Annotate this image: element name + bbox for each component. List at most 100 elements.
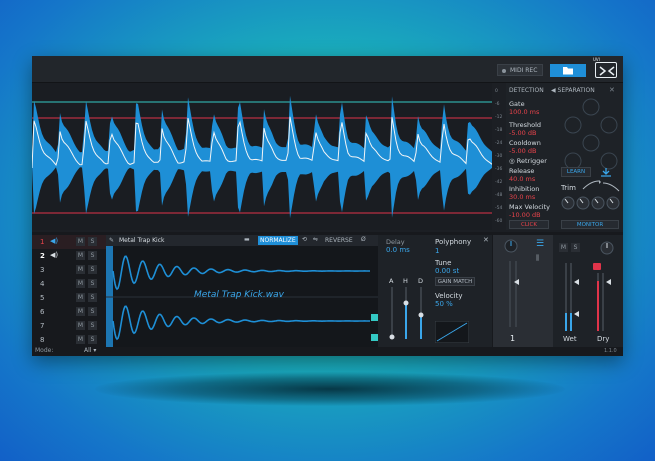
solo-button[interactable]: S <box>88 279 97 288</box>
gain-match-button[interactable]: GAIN MATCH <box>435 277 475 286</box>
reverse-icon[interactable]: ⇋ <box>313 236 318 243</box>
wet-mute-button[interactable]: M <box>559 243 568 252</box>
output-knob[interactable] <box>503 238 519 254</box>
mute-button[interactable]: M <box>76 251 85 260</box>
trim-curve-icon[interactable] <box>581 179 621 193</box>
sample-name: Metal Trap Kick <box>119 237 165 244</box>
trim-label: Trim <box>561 184 576 192</box>
release-value[interactable]: 40.0 ms <box>509 175 535 183</box>
wet-label: Wet <box>563 335 577 343</box>
threshold-value[interactable]: -5.00 dB <box>509 129 536 137</box>
db-tick: -54 <box>495 206 503 211</box>
folder-icon[interactable]: ▬ <box>244 236 250 243</box>
solo-button[interactable]: S <box>88 335 97 344</box>
retrigger-toggle[interactable]: ◎ Retrigger <box>509 157 547 165</box>
tune-value[interactable]: 0.00 st <box>435 267 459 275</box>
mute-button[interactable]: M <box>76 321 85 330</box>
monitor-button[interactable]: MONITOR <box>561 220 619 229</box>
loop-icon[interactable]: ⟲ <box>302 236 307 243</box>
velocity-value[interactable]: 50 % <box>435 300 453 308</box>
tab-separation[interactable]: ◀ SEPARATION <box>551 87 595 94</box>
click-button[interactable]: CLICK <box>509 220 549 229</box>
mute-button[interactable]: M <box>76 265 85 274</box>
dry-fader[interactable] <box>589 261 619 333</box>
db-tick: -48 <box>495 193 503 198</box>
record-dot-icon <box>502 68 506 73</box>
polyphony-value[interactable]: 1 <box>435 247 439 255</box>
pad-row[interactable]: 3 M S <box>32 263 106 277</box>
midi-rec-button[interactable]: MIDI REC <box>497 64 543 76</box>
mixer-icon[interactable]: ⫼ <box>536 254 539 263</box>
pencil-icon[interactable]: ✎ <box>109 237 114 244</box>
tune-label: Tune <box>435 259 452 267</box>
close-icon[interactable]: ✕ <box>609 86 615 94</box>
adsr-sliders[interactable] <box>383 285 433 345</box>
solo-button[interactable]: S <box>88 265 97 274</box>
gate-value[interactable]: 100.0 ms <box>509 108 539 116</box>
delay-label: Delay <box>386 238 405 246</box>
pad-row[interactable]: 2 ◀) M S <box>32 249 106 263</box>
dry-knob[interactable] <box>599 240 615 256</box>
sample-editor: ✎ Metal Trap Kick ▬ NORMALIZE ⟲ ⇋ REVERS… <box>106 235 378 347</box>
wet-solo-button[interactable]: S <box>571 243 580 252</box>
velocity-label: Velocity <box>435 292 463 300</box>
mode-select[interactable]: All ▾ <box>84 347 96 354</box>
solo-button[interactable]: S <box>88 293 97 302</box>
mute-button[interactable]: M <box>76 335 85 344</box>
solo-button[interactable]: S <box>88 321 97 330</box>
inhibition-label: Inhibition <box>509 185 540 193</box>
solo-button[interactable]: S <box>88 251 97 260</box>
sample-params-panel: Delay 0.0 ms Polyphony 1 Tune 0.00 st GA… <box>378 235 492 347</box>
pad-list: 1 ◀) M S 2 ◀) M S 3 M S 4 M S 5 M S 6 M … <box>32 235 106 347</box>
reverse-button[interactable]: REVERSE <box>325 237 353 244</box>
max-velocity-value[interactable]: -10.00 dB <box>509 211 541 219</box>
attack-label: A <box>389 277 394 285</box>
inhibition-value[interactable]: 30.0 ms <box>509 193 535 201</box>
delay-value[interactable]: 0.0 ms <box>386 246 410 254</box>
db-tick: 0 <box>495 89 498 94</box>
cooldown-value[interactable]: -5.00 dB <box>509 147 536 155</box>
speaker-icon: ◀) <box>50 251 59 259</box>
close-icon[interactable]: ✕ <box>483 236 489 244</box>
output-strip: ☰ ⫼ 1 <box>493 235 553 347</box>
pad-row[interactable]: 1 ◀) M S <box>32 235 106 249</box>
max-velocity-label: Max Velocity <box>509 203 551 211</box>
solo-button[interactable]: S <box>88 307 97 316</box>
dry-label: Dry <box>597 335 610 343</box>
tab-detection[interactable]: DETECTION <box>509 87 544 94</box>
db-tick: -24 <box>495 141 503 146</box>
phase-icon[interactable]: Ø <box>361 236 366 243</box>
mute-button[interactable]: M <box>76 237 85 246</box>
db-tick: -12 <box>495 115 503 120</box>
wet-fader[interactable] <box>557 261 585 333</box>
mute-button[interactable]: M <box>76 293 85 302</box>
pad-row[interactable]: 4 M S <box>32 277 106 291</box>
output-number: 1 <box>510 334 516 343</box>
separation-knob-grid[interactable] <box>561 97 621 177</box>
chevron-down-icon: ▾ <box>91 347 97 354</box>
db-tick: -6 <box>495 102 500 107</box>
normalize-button[interactable]: NORMALIZE <box>258 236 298 245</box>
detection-waveform[interactable] <box>32 83 492 230</box>
trim-knobs[interactable] <box>560 195 622 211</box>
db-tick: -30 <box>495 154 503 159</box>
gate-label: Gate <box>509 100 525 108</box>
pad-row[interactable]: 6 M S <box>32 305 106 319</box>
output-fader[interactable] <box>505 259 525 329</box>
db-tick: -42 <box>495 180 503 185</box>
mute-button[interactable]: M <box>76 279 85 288</box>
folder-button[interactable] <box>550 64 586 77</box>
db-tick: -18 <box>495 128 503 133</box>
pad-row[interactable]: 8 M S <box>32 333 106 347</box>
list-icon[interactable]: ☰ <box>536 239 544 249</box>
download-icon[interactable] <box>599 167 613 177</box>
pad-row[interactable]: 7 M S <box>32 319 106 333</box>
solo-button[interactable]: S <box>88 237 97 246</box>
wet-dry-mixer: M S Wet Dry <box>553 235 623 347</box>
db-scale: 0 -6 -12 -18 -24 -30 -36 -42 -48 -54 -60 <box>494 83 506 230</box>
plugin-window: MIDI REC UVI 0 -6 -12 -18 -24 -30 -36 -4… <box>32 56 623 356</box>
velocity-curve[interactable] <box>435 321 469 343</box>
pad-row[interactable]: 5 M S <box>32 291 106 305</box>
learn-button[interactable]: LEARN <box>561 167 591 177</box>
mute-button[interactable]: M <box>76 307 85 316</box>
